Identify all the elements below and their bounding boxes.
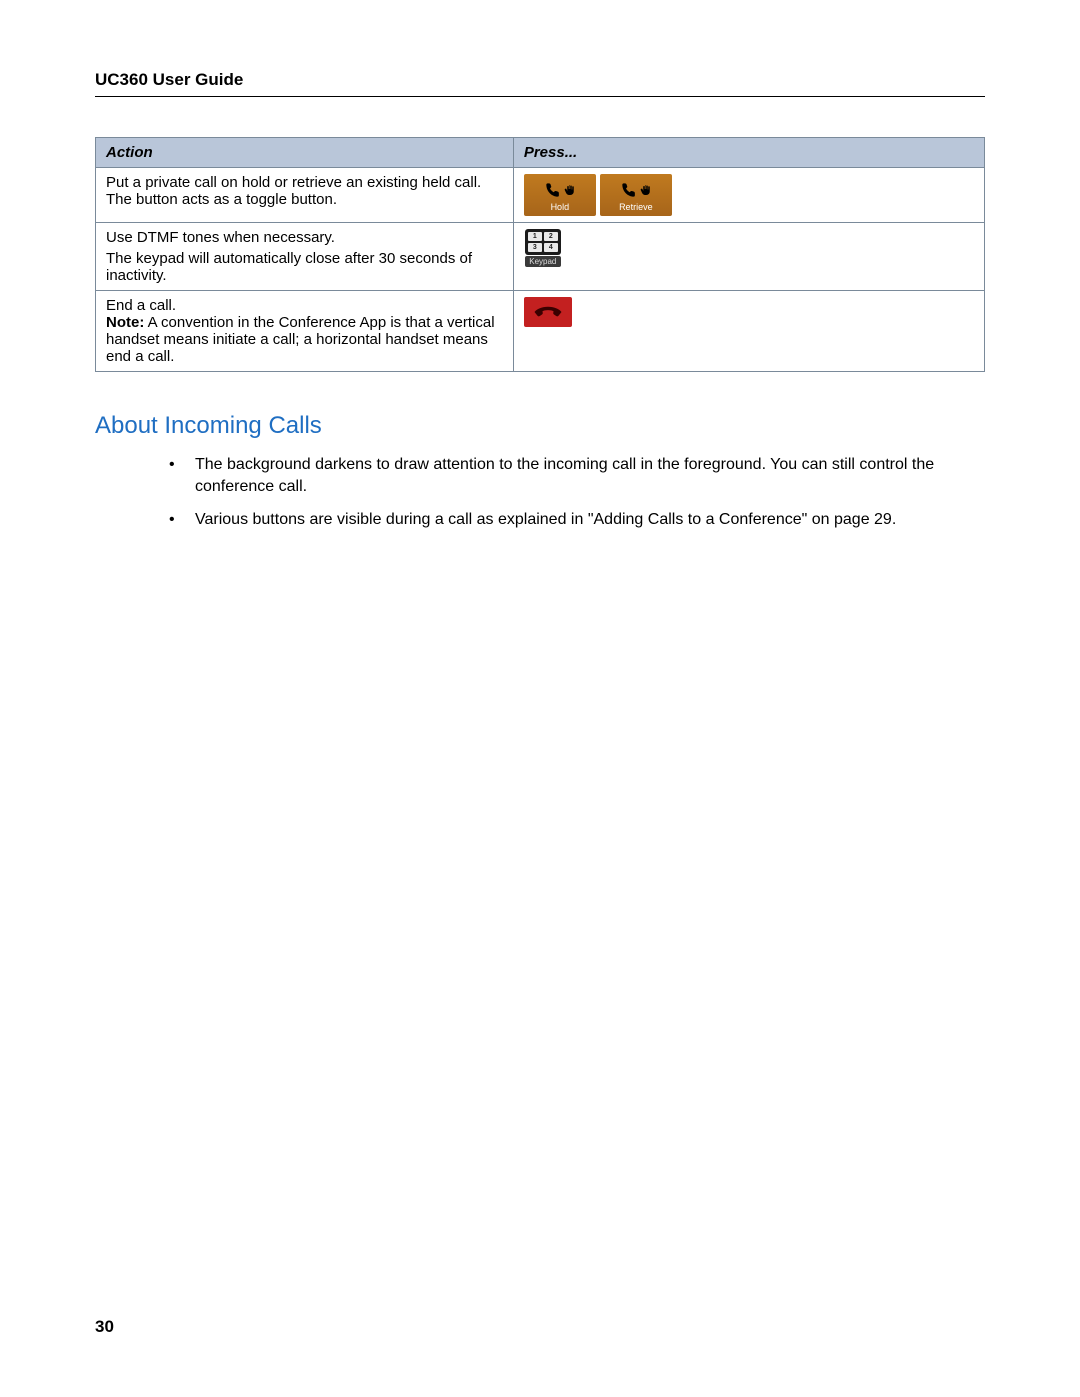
table-header-action: Action — [96, 138, 514, 168]
keypad-icon: 1234 — [525, 229, 561, 255]
retrieve-button-label: Retrieve — [619, 202, 653, 212]
action-cell: Use DTMF tones when necessary. The keypa… — [96, 223, 514, 291]
hand-icon — [563, 183, 575, 197]
list-item: The background darkens to draw attention… — [165, 454, 985, 497]
hand-icon — [639, 183, 651, 197]
note-label: Note: — [106, 314, 144, 331]
action-table: Action Press... Put a private call on ho… — [95, 137, 985, 372]
action-cell: Put a private call on hold or retrieve a… — [96, 168, 514, 223]
action-cell: End a call. Note: A convention in the Co… — [96, 291, 514, 372]
hold-button-label: Hold — [551, 202, 570, 212]
action-note: Note: A convention in the Conference App… — [106, 314, 503, 365]
hold-button[interactable]: Hold — [524, 174, 596, 216]
section-heading: About Incoming Calls — [95, 412, 985, 440]
table-row: End a call. Note: A convention in the Co… — [96, 291, 985, 372]
table-row: Put a private call on hold or retrieve a… — [96, 168, 985, 223]
press-cell — [513, 291, 984, 372]
action-text-line: End a call. — [106, 297, 503, 314]
list-item: Various buttons are visible during a cal… — [165, 509, 985, 531]
page-number: 30 — [95, 1317, 114, 1337]
action-text-line: Use DTMF tones when necessary. — [106, 229, 503, 246]
table-row: Use DTMF tones when necessary. The keypa… — [96, 223, 985, 291]
phone-icon — [621, 182, 637, 198]
phone-icon — [545, 182, 561, 198]
table-header-press: Press... — [513, 138, 984, 168]
end-call-button[interactable] — [524, 297, 572, 327]
keypad-button[interactable]: 1234 Keypad — [524, 229, 562, 267]
press-cell: Hold Retrieve — [513, 168, 984, 223]
end-call-icon — [533, 304, 563, 320]
bullet-list: The background darkens to draw attention… — [165, 454, 985, 531]
page: UC360 User Guide Action Press... Put a p… — [0, 0, 1080, 1397]
keypad-button-label: Keypad — [525, 256, 561, 267]
document-header: UC360 User Guide — [95, 70, 985, 97]
note-text: A convention in the Conference App is th… — [106, 314, 495, 365]
press-cell: 1234 Keypad — [513, 223, 984, 291]
retrieve-button[interactable]: Retrieve — [600, 174, 672, 216]
action-text-line: The keypad will automatically close afte… — [106, 250, 503, 284]
